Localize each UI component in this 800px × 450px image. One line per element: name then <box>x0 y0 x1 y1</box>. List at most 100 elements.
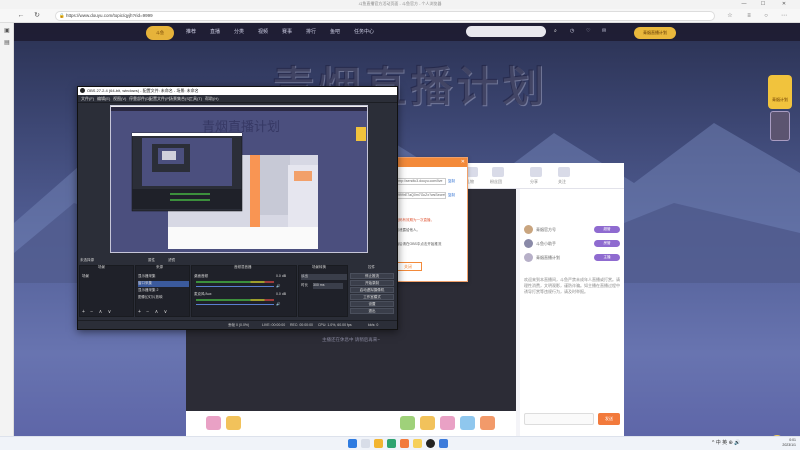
scene-tools[interactable]: + − ∧ ∨ <box>82 309 113 315</box>
menu-view[interactable]: 视图(V) <box>113 96 126 102</box>
gift-item-icon[interactable] <box>206 416 221 430</box>
browser-toolbar: ← ↻ 🔒 https://www.douyu.com/topic/qyjh?r… <box>0 9 800 23</box>
more-icon[interactable]: ⋯ <box>780 12 788 20</box>
clock[interactable]: 0:01 2023/1/1 <box>770 438 796 448</box>
source-item-selected[interactable]: 窗口采集 <box>138 281 189 287</box>
floating-event-badge[interactable]: 青烟计划 <box>768 75 792 109</box>
speaker-icon[interactable]: 🔊 <box>276 302 280 308</box>
nav-item[interactable]: 直播 <box>210 28 220 35</box>
system-tray[interactable]: ^ 中 英 ⊕ 🔊 <box>712 439 740 446</box>
nav-item[interactable]: 鱼吧 <box>330 28 340 35</box>
message-icon[interactable]: ✉ <box>602 28 606 34</box>
filters-tab[interactable]: 滤镜 <box>168 258 175 263</box>
properties-tab[interactable]: 属性 <box>148 258 155 263</box>
chat-user-row[interactable]: 斗鱼小助手 房管 <box>524 239 620 249</box>
douyu-app-icon[interactable] <box>400 439 409 448</box>
chat-notice-text: 欢迎来到本直播间，斗鱼严禁未成年人直播或打赏。请理性消费，文明观影，谨防诈骗。如… <box>524 277 620 294</box>
stream-key-field[interactable]: 9999rE7aQ0m7GcZx?wsSecret <box>394 192 446 199</box>
menu-docks[interactable]: 停靠部件(D) <box>129 96 151 102</box>
copy-server-link[interactable]: 复制 <box>448 179 455 184</box>
maximize-button[interactable]: ☐ <box>755 0 771 9</box>
browser-app-icon[interactable] <box>387 439 396 448</box>
history-icon[interactable]: ◷ <box>570 28 574 34</box>
star-icon[interactable]: ☆ <box>726 12 734 20</box>
menu-file[interactable]: 文件(F) <box>81 96 94 102</box>
send-button[interactable]: 发送 <box>598 413 620 425</box>
close-icon[interactable]: ✕ <box>461 159 465 165</box>
bitrate: kb/s: 0 <box>368 323 379 327</box>
nav-item[interactable]: 任务中心 <box>354 28 374 35</box>
favorites-icon[interactable]: ≡ <box>745 12 753 20</box>
floating-avatar[interactable] <box>770 111 790 141</box>
exit-button[interactable]: 退出 <box>350 308 394 314</box>
nav-item[interactable]: 排行 <box>306 28 316 35</box>
nav-item[interactable]: 推荐 <box>186 28 196 35</box>
gift-item-icon[interactable] <box>440 416 455 430</box>
duration-input[interactable]: 300 ms <box>313 283 343 289</box>
source-item[interactable]: 显示器采集 <box>138 274 189 280</box>
fan-club-icon[interactable] <box>492 167 504 177</box>
studio-mode-button[interactable]: 工作室模式 <box>350 294 394 300</box>
gift-item-icon[interactable] <box>460 416 475 430</box>
volume-slider[interactable] <box>196 304 274 305</box>
copy-key-link[interactable]: 复制 <box>448 193 455 198</box>
app-icon[interactable] <box>439 439 448 448</box>
sidebar-page-icon[interactable]: ▤ <box>3 39 11 47</box>
refresh-icon[interactable]: ↻ <box>32 11 42 21</box>
close-dialog-button[interactable]: 关闭 <box>394 262 422 271</box>
back-icon[interactable]: ← <box>16 11 26 21</box>
avatar <box>524 239 533 248</box>
follow-room-icon[interactable] <box>558 167 570 177</box>
source-item[interactable]: 图像幻灯片放映 <box>138 295 189 301</box>
app-icon[interactable] <box>413 439 422 448</box>
live-timer: LIVE: 00:00:00 <box>262 323 286 327</box>
obs-app-icon[interactable] <box>426 439 435 448</box>
transition-select[interactable]: 淡出 <box>301 274 347 280</box>
virtual-camera-button[interactable]: 启动虚拟摄像机 <box>350 287 394 293</box>
start-menu-icon[interactable] <box>348 439 357 448</box>
gift-item-icon[interactable] <box>420 416 435 430</box>
stop-streaming-button[interactable]: 停止推流 <box>350 273 394 279</box>
event-badge[interactable]: 青烟直播计划 <box>634 27 676 39</box>
menu-tools[interactable]: 工具(T) <box>189 96 202 102</box>
close-button[interactable]: ✕ <box>776 0 792 9</box>
menu-edit[interactable]: 编辑(E) <box>97 96 110 102</box>
search-icon[interactable]: ⌕ <box>554 28 557 34</box>
chat-user-row[interactable]: 青烟官方号 超管 <box>524 225 620 235</box>
file-explorer-icon[interactable] <box>374 439 383 448</box>
site-logo[interactable]: 斗鱼 <box>146 26 174 40</box>
speaker-icon[interactable]: 🔊 <box>276 284 280 290</box>
menu-help[interactable]: 帮助(H) <box>205 96 219 102</box>
start-recording-button[interactable]: 开始录制 <box>350 280 394 286</box>
source-tools[interactable]: + − ∧ ∨ <box>138 309 169 315</box>
nav-item[interactable]: 分类 <box>234 28 244 35</box>
chat-user-row[interactable]: 青烟直播计划 主播 <box>524 253 620 263</box>
profile-icon[interactable]: ○ <box>762 12 770 20</box>
menu-scene-collection[interactable]: 场景集合(S) <box>169 96 190 102</box>
gift-item-icon[interactable] <box>226 416 241 430</box>
gift-item-icon[interactable] <box>480 416 495 430</box>
server-url-field[interactable]: rtmp://sendtc3.douyu.com/live <box>394 178 446 185</box>
nav-item[interactable]: 赛事 <box>282 28 292 35</box>
mixer-channel-name: 麦克风/Aux <box>194 292 212 296</box>
volume-slider[interactable] <box>196 286 274 287</box>
settings-button[interactable]: 设置 <box>350 301 394 307</box>
search-icon[interactable] <box>361 439 370 448</box>
follow-icon[interactable]: ♡ <box>586 28 590 34</box>
share-icon[interactable] <box>530 167 542 177</box>
minimize-button[interactable]: — <box>736 0 752 9</box>
obs-preview-canvas[interactable]: 青烟直播计划 <box>110 105 368 253</box>
toolbar-label: 分享 <box>530 179 538 184</box>
address-bar[interactable]: 🔒 https://www.douyu.com/topic/qyjh?rid=9… <box>55 11 715 21</box>
obs-menu-bar: 文件(F) 编辑(E) 视图(V) 停靠部件(D) 配置文件(P) 场景集合(S… <box>78 95 397 103</box>
menu-profile[interactable]: 配置文件(P) <box>149 96 170 102</box>
gift-item-icon[interactable] <box>400 416 415 430</box>
taskbar: ^ 中 英 ⊕ 🔊 0:01 2023/1/1 <box>0 436 800 450</box>
nav-item[interactable]: 视频 <box>258 28 268 35</box>
source-item[interactable]: 显示器采集 2 <box>138 288 189 294</box>
scene-item[interactable]: 场景 <box>82 274 89 280</box>
obs-status-bar: 丢帧 0 (0.0%) LIVE: 00:00:00 REC: 00:00:00… <box>78 320 397 329</box>
site-search-input[interactable] <box>466 26 546 37</box>
sidebar-tab-icon[interactable]: ▣ <box>3 27 11 35</box>
chat-input[interactable] <box>524 413 594 425</box>
